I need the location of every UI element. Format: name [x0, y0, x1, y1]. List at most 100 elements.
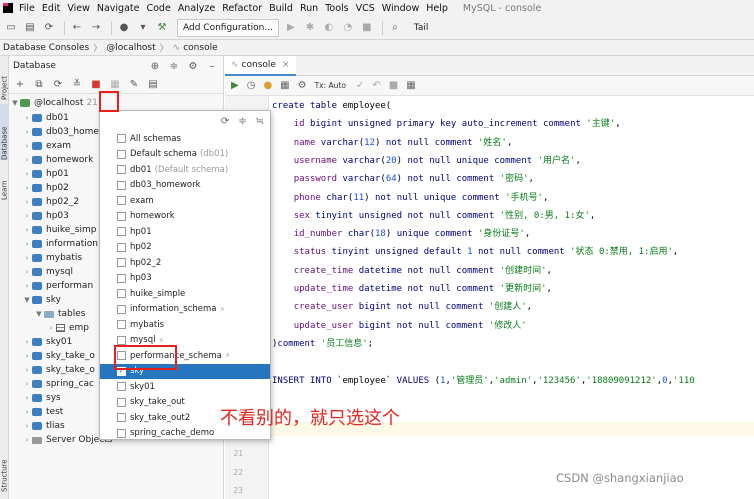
side-tab-project[interactable]: Project [0, 60, 9, 100]
checkbox[interactable] [117, 289, 126, 298]
history-icon[interactable]: ◷ [247, 80, 256, 91]
tree-item[interactable]: › db01 [22, 111, 69, 125]
open-folder-icon[interactable]: ▭ [3, 20, 19, 36]
checkbox[interactable] [117, 397, 126, 407]
schema-option[interactable]: huike_simple [100, 286, 270, 301]
search-icon[interactable]: ⌕ [387, 20, 403, 36]
console-icon[interactable]: ▤ [145, 77, 161, 93]
profile-icon[interactable]: ◔ [340, 20, 356, 36]
chevron-icon[interactable]: › [22, 436, 32, 444]
chevron-icon[interactable]: ▼ [34, 310, 44, 318]
menu-navigate[interactable]: Navigate [97, 3, 140, 14]
tree-item[interactable]: › mybatis [22, 251, 82, 265]
tail-label[interactable]: Tail [414, 23, 429, 33]
menu-file[interactable]: File [19, 3, 35, 14]
checkbox[interactable] [117, 382, 126, 391]
filter-icon[interactable]: ≚ [69, 77, 85, 93]
tree-item[interactable]: › sky_take_o [22, 363, 95, 377]
schema-option[interactable]: hp02_2 [100, 255, 270, 270]
refresh-icon[interactable]: ⟳ [221, 116, 229, 127]
tree-item[interactable]: › test [22, 405, 64, 419]
breadcrumb-console[interactable]: console [183, 43, 217, 53]
schema-option[interactable]: exam [100, 193, 270, 208]
chevron-icon[interactable]: › [22, 338, 32, 346]
settings-gear-icon[interactable]: ⚙ [185, 58, 201, 74]
checkbox[interactable] [117, 413, 126, 422]
user-icon[interactable]: ● [116, 20, 132, 36]
chevron-icon[interactable]: › [22, 366, 32, 374]
tree-item[interactable]: ▼ sky [22, 293, 61, 307]
checkbox[interactable] [117, 273, 126, 283]
menu-view[interactable]: View [67, 3, 90, 14]
forward-arrow-icon[interactable]: → [88, 20, 104, 36]
collapse-icon[interactable]: ≑ [166, 58, 182, 74]
schema-option[interactable]: mybatis [100, 317, 270, 332]
edit-icon[interactable]: ✎ [126, 77, 142, 93]
chevron-icon[interactable]: › [22, 198, 32, 206]
run-icon[interactable]: ▶ [283, 20, 299, 36]
settings-icon[interactable]: ⚙ [298, 80, 307, 91]
hammer-icon[interactable]: ⚒ [154, 20, 170, 36]
table-output-icon[interactable]: ▦ [406, 80, 415, 91]
schema-option[interactable]: hp01 [100, 224, 270, 239]
minimize-icon[interactable]: – [204, 58, 220, 74]
tree-item[interactable]: › huike_simp [22, 223, 97, 237]
tab-console[interactable]: ∿ console × [225, 55, 296, 76]
globe-icon[interactable]: ⊕ [147, 58, 163, 74]
chevron-icon[interactable]: › [22, 408, 32, 416]
menu-help[interactable]: Help [426, 3, 448, 14]
menu-run[interactable]: Run [300, 3, 318, 14]
menu-window[interactable]: Window [382, 3, 419, 14]
chevron-down-icon[interactable]: ▼ [10, 99, 20, 107]
menu-vcs[interactable]: VCS [356, 3, 375, 14]
tree-item[interactable]: › tlias [22, 419, 65, 433]
chevron-icon[interactable]: › [22, 212, 32, 220]
schema-count-badge[interactable]: 21 [86, 98, 97, 108]
chevron-icon[interactable]: › [22, 352, 32, 360]
collapse-all-icon[interactable]: ≑ [238, 116, 246, 127]
schema-option[interactable]: hp03 [100, 271, 270, 286]
expand-all-icon[interactable]: ≒ [256, 116, 264, 127]
chevron-icon[interactable]: › [22, 254, 32, 262]
tree-item[interactable]: ▼ tables [34, 307, 85, 321]
tree-item[interactable]: › db03_home [22, 125, 99, 139]
back-arrow-icon[interactable]: ← [69, 20, 85, 36]
tree-item[interactable]: › hp02 [22, 181, 69, 195]
rollback-icon[interactable]: ↶ [372, 80, 380, 91]
checkbox[interactable] [117, 211, 126, 221]
chevron-icon[interactable]: › [22, 394, 32, 402]
checkbox[interactable] [117, 196, 126, 205]
tree-item[interactable]: › hp01 [22, 167, 69, 181]
tree-item[interactable]: › mysql [22, 265, 73, 279]
chevron-down-icon[interactable]: ▾ [135, 20, 151, 36]
tree-item[interactable]: › sky_take_o [22, 349, 95, 363]
menu-analyze[interactable]: Analyze [178, 3, 215, 14]
coverage-icon[interactable]: ◐ [321, 20, 337, 36]
tree-item[interactable]: › exam [22, 139, 71, 153]
checkbox[interactable] [117, 320, 126, 329]
stop-icon[interactable]: ■ [389, 80, 398, 91]
schema-option[interactable]: db01 (Default schema) [100, 162, 270, 177]
menu-build[interactable]: Build [269, 3, 293, 14]
schema-option[interactable]: Default schema (db01) [100, 147, 270, 162]
chevron-icon[interactable]: › [22, 380, 32, 388]
chevron-icon[interactable]: › [22, 282, 32, 290]
table-view-icon[interactable]: ▦ [280, 80, 289, 91]
chevron-icon[interactable]: › [22, 114, 32, 122]
side-tab-database[interactable]: Database [0, 104, 9, 160]
breadcrumb-database-consoles[interactable]: Database Consoles [3, 43, 89, 53]
chevron-icon[interactable]: › [22, 422, 32, 430]
chevron-icon[interactable]: › [22, 128, 32, 136]
tree-item[interactable]: › sky01 [22, 335, 73, 349]
menu-tools[interactable]: Tools [325, 3, 348, 14]
transaction-mode-dropdown[interactable]: Tx: Auto [315, 81, 346, 90]
checkbox[interactable] [117, 335, 126, 345]
checkbox[interactable] [117, 242, 126, 252]
schema-option[interactable]: db03_homework [100, 178, 270, 193]
chevron-icon[interactable]: › [22, 170, 32, 178]
tree-item[interactable]: › hp02_2 [22, 195, 80, 209]
checkbox[interactable] [117, 165, 126, 174]
chevron-icon[interactable]: › [22, 240, 32, 248]
add-icon[interactable]: + [12, 77, 28, 93]
refresh-icon[interactable]: ⟳ [50, 77, 66, 93]
